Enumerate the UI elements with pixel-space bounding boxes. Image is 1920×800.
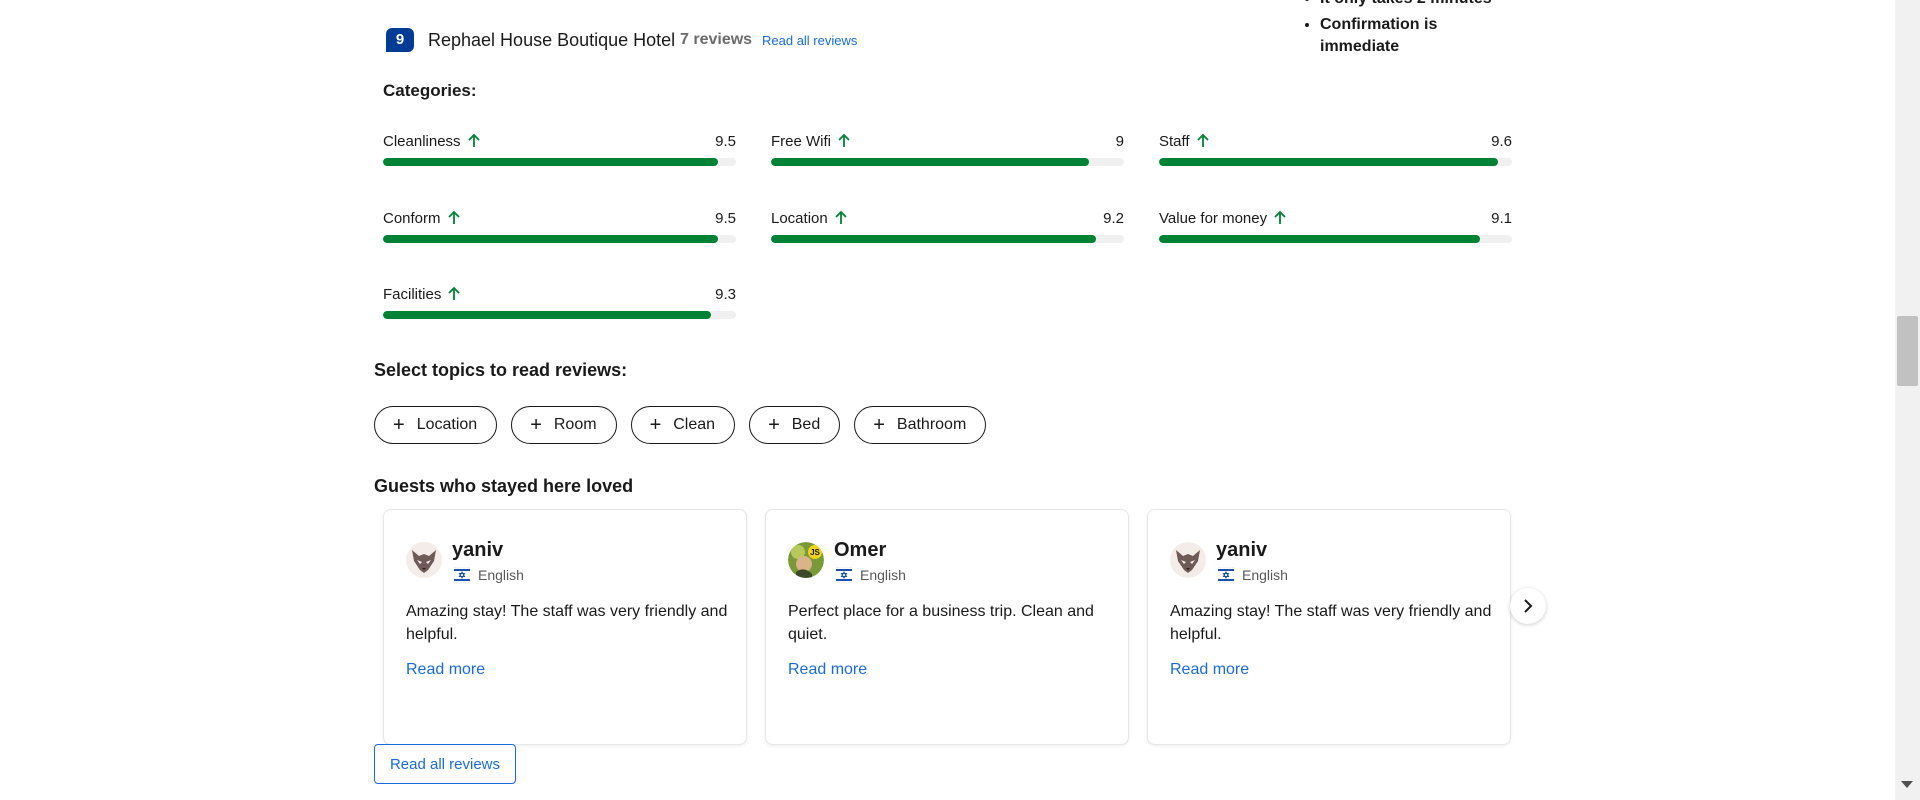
review-card: yaniv English Amazing stay! The staff wa… xyxy=(383,509,747,745)
reviewer-name: Omer xyxy=(834,539,887,561)
read-all-reviews-button[interactable]: Read all reviews xyxy=(374,744,516,784)
topic-location-button[interactable]: + Location xyxy=(374,406,498,444)
scrollbar-thumb[interactable] xyxy=(1897,316,1918,386)
category-cleanliness: Cleanliness 9.5 xyxy=(383,131,736,166)
category-bar-fill xyxy=(1159,235,1481,243)
topics-title: Select topics to read reviews: xyxy=(374,360,628,380)
categories-title: Categories: xyxy=(383,81,477,100)
category-bar-track xyxy=(1159,235,1512,243)
category-score: 9.5 xyxy=(715,133,736,150)
arrow-up-icon xyxy=(467,133,480,147)
category-score: 9.5 xyxy=(715,210,736,227)
arrow-up-icon xyxy=(1274,210,1286,224)
category-label: Conform xyxy=(383,210,441,227)
topic-label: Room xyxy=(553,416,597,433)
guests-loved-title: Guests who stayed here loved xyxy=(374,476,634,496)
category-bar-fill xyxy=(383,235,719,243)
category-bar-track xyxy=(383,158,736,166)
category-label: Facilities xyxy=(383,286,442,303)
category-bar-track xyxy=(771,158,1124,166)
topic-label: Clean xyxy=(673,416,716,433)
plus-icon: + xyxy=(393,414,405,436)
category-conform: Conform 9.5 xyxy=(383,208,736,243)
reviewer-name: yaniv xyxy=(452,539,504,561)
topic-label: Location xyxy=(416,416,478,433)
arrow-up-icon xyxy=(1196,133,1209,147)
topic-label: Bathroom xyxy=(896,416,967,433)
review-language: English xyxy=(1242,567,1288,583)
plus-icon: + xyxy=(649,414,662,436)
category-label: Free Wifi xyxy=(771,133,831,150)
category-free-wifi: Free Wifi 9 xyxy=(771,131,1124,166)
category-label: Location xyxy=(771,210,828,227)
read-more-link[interactable]: Read more xyxy=(406,660,485,680)
category-score: 9.3 xyxy=(715,286,736,303)
read-more-link[interactable]: Read more xyxy=(1170,660,1249,680)
arrow-up-icon xyxy=(447,210,460,224)
topic-filter-list: + Location + Room + Clean + Bed + Bathroom xyxy=(374,406,987,444)
plus-icon: + xyxy=(530,414,542,436)
review-card: yaniv English Amazing stay! The staff wa… xyxy=(1147,509,1511,745)
plus-icon: + xyxy=(873,414,885,436)
review-text: Perfect place for a business trip. Clean… xyxy=(788,603,1094,643)
benefit-item: Confirmation is immediate xyxy=(1320,14,1520,58)
carousel-next-button[interactable] xyxy=(1510,588,1546,624)
category-bar-track xyxy=(383,235,736,243)
category-score: 9.2 xyxy=(1103,210,1124,227)
category-staff: Staff 9.6 xyxy=(1159,131,1512,166)
category-bar-fill xyxy=(383,158,719,166)
read-all-reviews-link[interactable]: Read all reviews xyxy=(762,32,857,50)
topic-room-button[interactable]: + Room xyxy=(511,406,617,444)
category-label: Value for money xyxy=(1159,210,1268,227)
category-score: 9.1 xyxy=(1491,210,1512,227)
review-language: English xyxy=(478,567,524,583)
booking-benefits-list: It only takes 2 minutes Confirmation is … xyxy=(1300,0,1520,62)
category-location: Location 9.2 xyxy=(771,208,1124,243)
chevron-right-icon xyxy=(1524,599,1533,613)
plus-icon: + xyxy=(768,414,780,436)
israel-flag-icon xyxy=(454,567,470,583)
israel-flag-icon xyxy=(1218,567,1234,583)
category-bar-fill xyxy=(1159,158,1498,166)
topic-label: Bed xyxy=(791,416,821,433)
benefit-item: It only takes 2 minutes xyxy=(1320,0,1520,10)
category-bar-fill xyxy=(383,311,712,319)
category-value-for-money: Value for money 9.1 xyxy=(1159,208,1512,243)
review-score-badge: 9 xyxy=(386,28,414,52)
reviewer-name: yaniv xyxy=(1216,539,1268,561)
review-count: 7 reviews xyxy=(680,31,753,48)
category-facilities: Facilities 9.3 xyxy=(383,284,736,319)
scroll-down-arrow-icon[interactable] xyxy=(1901,781,1913,788)
review-text: Amazing stay! The staff was very friendl… xyxy=(1170,603,1492,643)
category-label: Cleanliness xyxy=(383,133,461,150)
wolf-avatar-icon xyxy=(1170,542,1206,578)
topic-bathroom-button[interactable]: + Bathroom xyxy=(854,406,987,444)
photo-avatar-icon: JS xyxy=(788,542,824,578)
wolf-avatar-icon xyxy=(406,542,442,578)
israel-flag-icon xyxy=(836,567,852,583)
category-bar-fill xyxy=(771,235,1096,243)
category-score: 9 xyxy=(1115,133,1124,150)
arrow-up-icon xyxy=(835,210,847,224)
category-bar-track xyxy=(771,235,1124,243)
review-card: JS Omer English Perfect place for a busi… xyxy=(765,509,1129,745)
avatar-badge: JS xyxy=(810,548,820,557)
arrow-up-icon xyxy=(448,286,460,300)
category-bar-fill xyxy=(771,158,1089,166)
category-score: 9.6 xyxy=(1491,133,1512,150)
hotel-name: Rephael House Boutique Hotel xyxy=(428,30,676,50)
category-label: Staff xyxy=(1159,133,1190,150)
read-more-link[interactable]: Read more xyxy=(788,660,867,680)
topic-bed-button[interactable]: + Bed xyxy=(749,406,841,444)
page-scrollbar[interactable] xyxy=(1895,0,1920,800)
review-language: English xyxy=(860,567,906,583)
arrow-up-icon xyxy=(838,133,850,147)
category-bar-track xyxy=(383,311,736,319)
topic-clean-button[interactable]: + Clean xyxy=(630,406,736,444)
review-text: Amazing stay! The staff was very friendl… xyxy=(406,603,728,643)
category-bar-track xyxy=(1159,158,1512,166)
